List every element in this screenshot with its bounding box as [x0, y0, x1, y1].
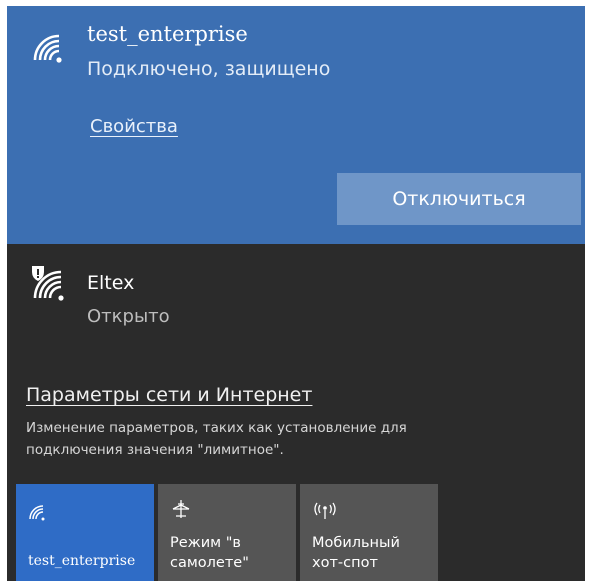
label-line: Мобильный: [312, 535, 400, 551]
connected-network-name: test_enterprise: [87, 22, 248, 46]
description-line: Изменение параметров, таких как установл…: [26, 420, 407, 436]
wifi-open-warning-icon: [29, 264, 69, 304]
network-settings-link[interactable]: Параметры сети и Интернет: [26, 384, 312, 406]
quick-action-wifi[interactable]: test_enterprise: [16, 484, 154, 581]
connected-network-item[interactable]: test_enterprise Подключено, защищено Сво…: [7, 6, 585, 244]
label-line: Режим "в: [170, 535, 241, 551]
label-line: хот-спот: [312, 555, 378, 571]
disconnect-button[interactable]: Отключиться: [337, 173, 581, 225]
network-flyout: test_enterprise Подключено, защищено Сво…: [7, 6, 585, 581]
airplane-icon: [170, 498, 192, 524]
network-status: Открыто: [87, 306, 170, 327]
network-name: Eltex: [87, 272, 135, 294]
quick-action-label: Мобильный хот-спот: [312, 533, 400, 573]
connected-network-status: Подключено, защищено: [87, 58, 331, 80]
wifi-secure-icon: [31, 32, 67, 68]
description-line: подключения значения "лимитное".: [26, 442, 284, 458]
quick-action-airplane-mode[interactable]: Режим "в самолете": [158, 484, 296, 581]
quick-action-label: test_enterprise: [28, 553, 136, 569]
network-item-eltex[interactable]: Eltex Открыто: [7, 246, 585, 346]
hotspot-icon: [312, 500, 338, 524]
quick-action-mobile-hotspot[interactable]: Мобильный хот-спот: [300, 484, 438, 581]
label-line: самолете": [170, 555, 249, 571]
network-settings-description: Изменение параметров, таких как установл…: [26, 417, 546, 461]
wifi-icon: [28, 504, 46, 526]
properties-link[interactable]: Свойства: [90, 116, 178, 137]
quick-action-label: Режим "в самолете": [170, 533, 249, 573]
